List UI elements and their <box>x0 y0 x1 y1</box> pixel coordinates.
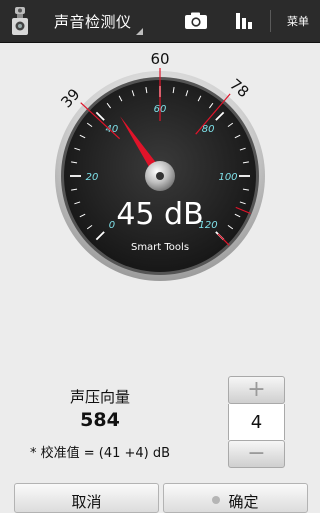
ok-button[interactable]: 确定 <box>163 483 308 513</box>
scale-label-100: 100 <box>218 172 237 183</box>
gauge-brand: Smart Tools <box>131 242 189 253</box>
gauge-reading: 45 dB <box>116 197 203 232</box>
increment-button[interactable]: + <box>228 376 285 404</box>
action-bar: 声音检测仪 菜单 <box>0 0 320 43</box>
cancel-button-label: 取消 <box>71 493 102 511</box>
spl-label: 声压向量 <box>69 388 130 406</box>
scale-label-0: 0 <box>109 220 115 231</box>
camera-icon <box>185 12 207 29</box>
ok-indicator-icon <box>212 496 221 504</box>
actionbar-divider <box>270 10 271 32</box>
max-marker-label: 78 <box>226 75 252 101</box>
ok-button-label: 确定 <box>228 493 259 511</box>
bar-chart-icon <box>236 13 252 29</box>
spl-value: 584 <box>80 409 120 431</box>
scale-label-20: 20 <box>86 172 99 183</box>
scale-label-40: 40 <box>106 124 119 135</box>
menu-button[interactable]: 菜单 <box>276 0 320 42</box>
sound-level-gauge: 0 20 40 60 80 100 120 39 60 78 45 dB Sma… <box>0 42 320 302</box>
min-marker-label: 39 <box>57 85 83 111</box>
cancel-button[interactable]: 取消 <box>14 483 159 513</box>
calibration-value-field[interactable]: 4 <box>228 404 285 440</box>
calibration-stepper: + 4 − <box>228 376 285 468</box>
mid-marker-label: 60 <box>150 50 169 68</box>
gauge-svg: 0 20 40 60 80 100 120 39 60 78 45 dB Sma… <box>55 50 265 281</box>
decrement-button[interactable]: − <box>228 440 285 468</box>
dropdown-indicator-icon <box>136 28 143 35</box>
camera-button[interactable] <box>178 0 214 42</box>
gauge-hub-center <box>156 172 164 180</box>
calibration-text: * 校准值 = (41 +4) dB <box>29 446 171 461</box>
app-title[interactable]: 声音检测仪 <box>54 11 132 32</box>
sound-meter-app-icon[interactable] <box>8 5 32 37</box>
statistics-button[interactable] <box>228 0 260 42</box>
